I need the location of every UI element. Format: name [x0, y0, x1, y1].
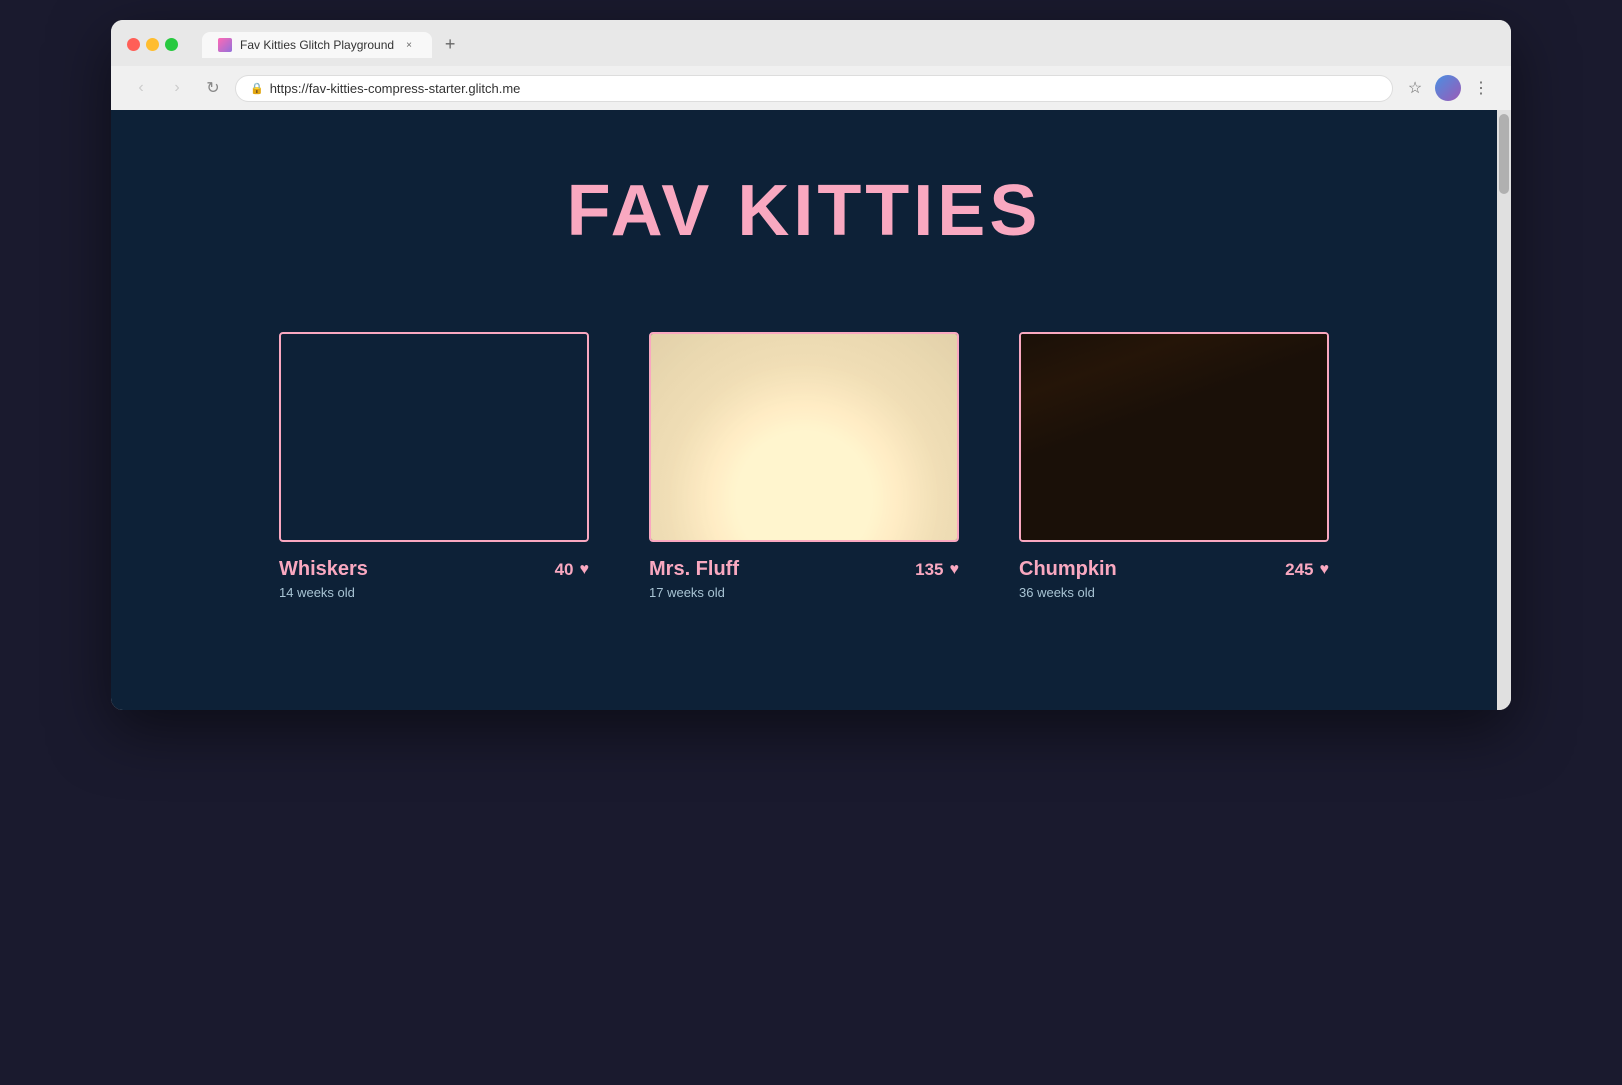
toolbar-right: ☆ ⋮ — [1401, 74, 1495, 102]
tab-title: Fav Kitties Glitch Playground — [240, 38, 394, 52]
new-tab-button[interactable]: + — [436, 30, 464, 58]
tab-bar: Fav Kitties Glitch Playground × + — [202, 30, 464, 58]
cat-age-mrs-fluff: 17 weeks old — [649, 585, 739, 600]
bookmark-button[interactable]: ☆ — [1401, 74, 1429, 102]
scrollbar-handle[interactable] — [1499, 114, 1509, 194]
heart-icon-chumpkin[interactable]: ♥ — [1320, 561, 1330, 579]
cats-grid: Whiskers 14 weeks old 40 ♥ — [204, 332, 1404, 600]
cat-info-whiskers: Whiskers 14 weeks old 40 ♥ — [279, 558, 589, 600]
tab-favicon — [218, 38, 232, 52]
page-content: FAV KITTIES Whiskers 14 weeks old — [111, 110, 1497, 710]
profile-avatar[interactable] — [1435, 75, 1461, 101]
star-icon: ☆ — [1408, 78, 1422, 98]
cat-image-chumpkin — [1019, 332, 1329, 542]
chumpkin-likes-count: 245 — [1285, 560, 1313, 580]
cat-card-whiskers: Whiskers 14 weeks old 40 ♥ — [279, 332, 589, 600]
more-icon: ⋮ — [1473, 78, 1489, 98]
cat-name-chumpkin: Chumpkin — [1019, 558, 1117, 581]
cat-card-chumpkin: Chumpkin 36 weeks old 245 ♥ — [1019, 332, 1329, 600]
cat-likes-whiskers: 40 ♥ — [555, 560, 589, 580]
heart-icon-mrs-fluff[interactable]: ♥ — [950, 561, 960, 579]
more-button[interactable]: ⋮ — [1467, 74, 1495, 102]
cat-details-whiskers: Whiskers 14 weeks old — [279, 558, 368, 600]
reload-icon: ↻ — [206, 78, 219, 98]
vertical-scrollbar[interactable] — [1497, 110, 1511, 710]
lock-icon: 🔒 — [250, 82, 264, 95]
page-title: FAV KITTIES — [567, 170, 1042, 252]
cat-likes-mrs-fluff: 135 ♥ — [915, 560, 959, 580]
whiskers-likes-count: 40 — [555, 560, 574, 580]
reload-button[interactable]: ↻ — [199, 74, 227, 102]
back-button[interactable]: ‹ — [127, 74, 155, 102]
browser-window: Fav Kitties Glitch Playground × + ‹ › ↻ … — [111, 20, 1511, 710]
minimize-button[interactable] — [146, 38, 159, 51]
maximize-button[interactable] — [165, 38, 178, 51]
close-button[interactable] — [127, 38, 140, 51]
mrs-fluff-photo — [651, 334, 957, 540]
chumpkin-photo — [1021, 334, 1327, 540]
cat-details-mrs-fluff: Mrs. Fluff 17 weeks old — [649, 558, 739, 600]
cat-image-whiskers — [279, 332, 589, 542]
address-bar[interactable]: 🔒 https://fav-kitties-compress-starter.g… — [235, 75, 1393, 102]
cat-name-whiskers: Whiskers — [279, 558, 368, 581]
cat-likes-chumpkin: 245 ♥ — [1285, 560, 1329, 580]
cat-card-mrs-fluff: Mrs. Fluff 17 weeks old 135 ♥ — [649, 332, 959, 600]
whiskers-photo — [281, 334, 587, 540]
content-with-scrollbar: FAV KITTIES Whiskers 14 weeks old — [111, 110, 1511, 710]
cat-age-whiskers: 14 weeks old — [279, 585, 368, 600]
browser-titlebar: Fav Kitties Glitch Playground × + — [111, 20, 1511, 66]
browser-controls: Fav Kitties Glitch Playground × + — [127, 30, 1495, 58]
cat-info-chumpkin: Chumpkin 36 weeks old 245 ♥ — [1019, 558, 1329, 600]
browser-toolbar: ‹ › ↻ 🔒 https://fav-kitties-compress-sta… — [111, 66, 1511, 110]
page-content-area: FAV KITTIES Whiskers 14 weeks old — [111, 110, 1497, 710]
cat-image-mrs-fluff — [649, 332, 959, 542]
mrs-fluff-likes-count: 135 — [915, 560, 943, 580]
url-text: https://fav-kitties-compress-starter.gli… — [270, 81, 521, 96]
heart-icon-whiskers[interactable]: ♥ — [580, 561, 590, 579]
tab-close-button[interactable]: × — [402, 38, 416, 52]
forward-button[interactable]: › — [163, 74, 191, 102]
traffic-lights — [127, 38, 178, 51]
cat-name-mrs-fluff: Mrs. Fluff — [649, 558, 739, 581]
cat-age-chumpkin: 36 weeks old — [1019, 585, 1117, 600]
forward-icon: › — [174, 79, 179, 97]
back-icon: ‹ — [138, 79, 143, 97]
active-tab[interactable]: Fav Kitties Glitch Playground × — [202, 32, 432, 58]
cat-info-mrs-fluff: Mrs. Fluff 17 weeks old 135 ♥ — [649, 558, 959, 600]
cat-details-chumpkin: Chumpkin 36 weeks old — [1019, 558, 1117, 600]
